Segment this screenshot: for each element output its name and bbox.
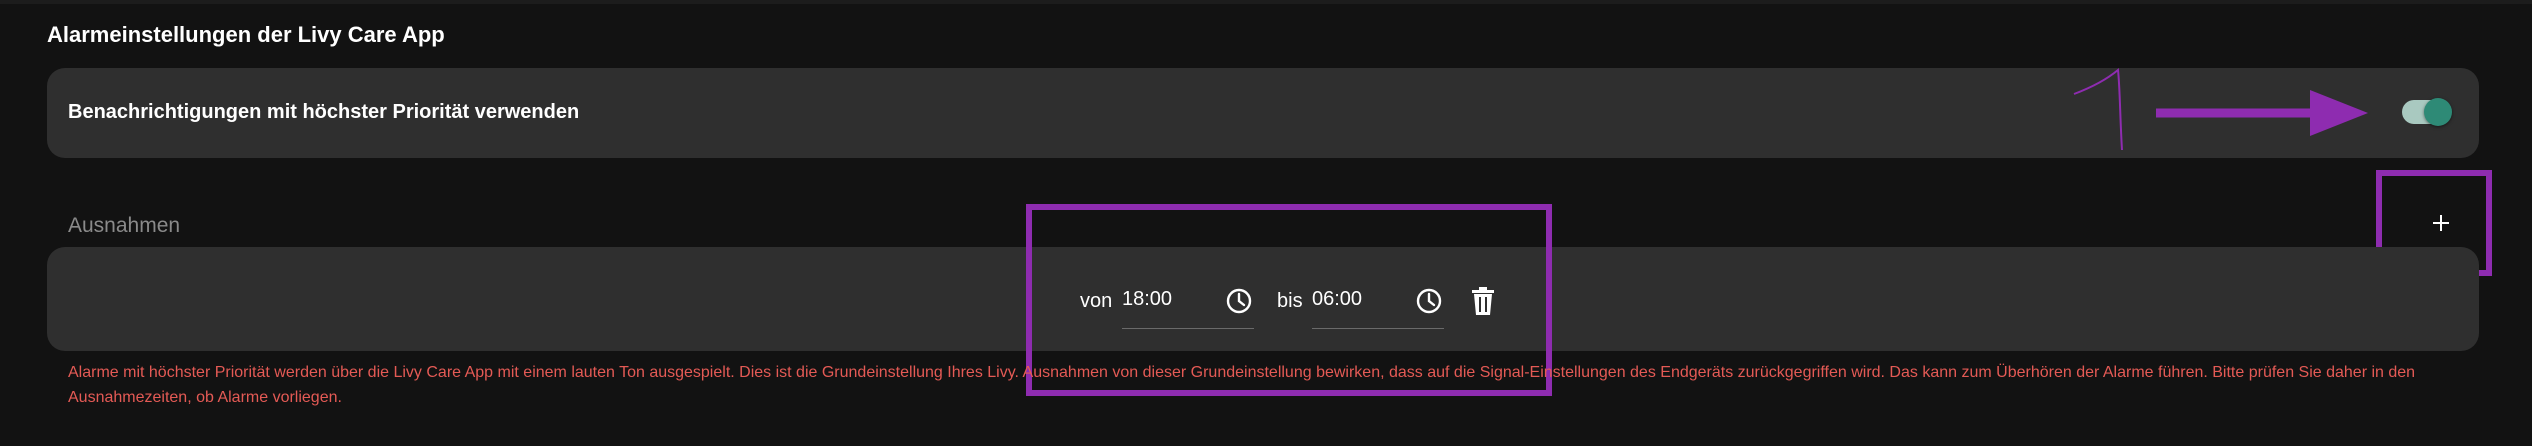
top-divider [0, 0, 2532, 4]
annotation-arrow-icon [2073, 68, 2368, 151]
toggle-knob[interactable] [2424, 98, 2452, 126]
exceptions-label: Ausnahmen [68, 214, 181, 237]
alarm-settings-page: Alarmeinstellungen der Livy Care App Ben… [0, 0, 2532, 446]
priority-label: Benachrichtigungen mit höchster Prioritä… [68, 101, 580, 123]
warning-text: Alarme mit höchster Priorität werden übe… [68, 364, 2416, 406]
section-title: Alarmeinstellungen der Livy Care App [47, 22, 445, 47]
priority-toggle[interactable] [2402, 98, 2452, 126]
